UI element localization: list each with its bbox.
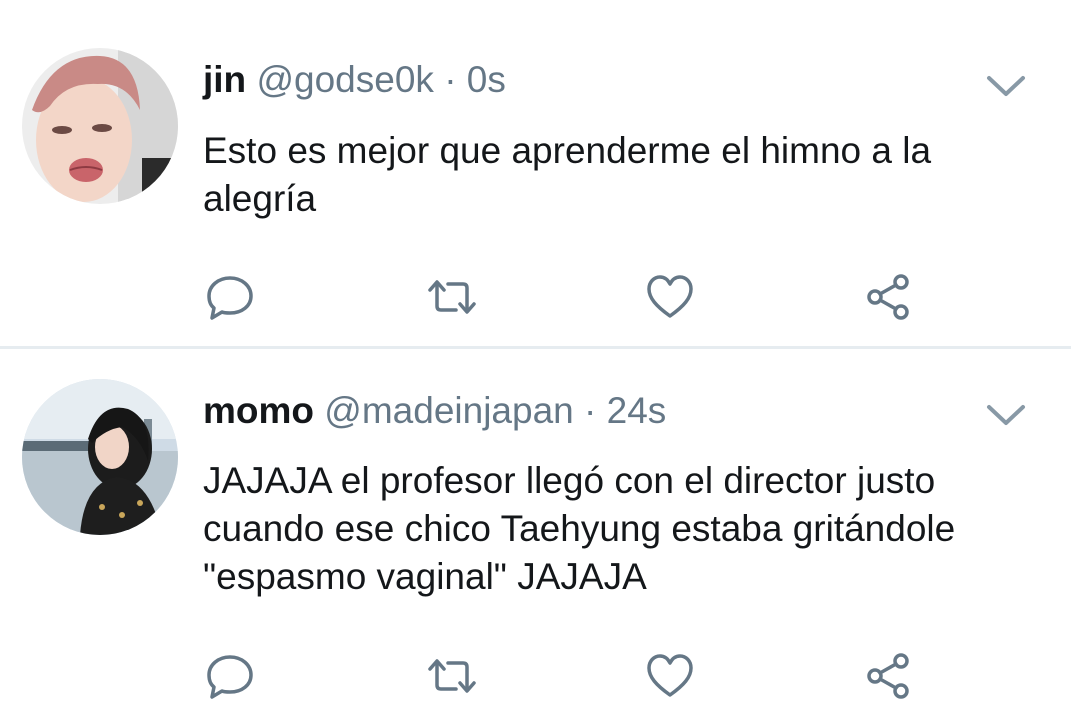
reply-icon[interactable] bbox=[204, 651, 256, 701]
heart-icon[interactable] bbox=[644, 272, 696, 322]
share-icon[interactable] bbox=[863, 272, 915, 322]
retweet-icon[interactable] bbox=[426, 651, 478, 701]
reply-icon[interactable] bbox=[204, 272, 256, 322]
action-bar bbox=[0, 651, 1071, 701]
separator: · bbox=[444, 59, 457, 100]
chevron-down-icon[interactable] bbox=[984, 401, 1028, 431]
action-bar bbox=[0, 272, 1071, 322]
tweet-text: JAJAJA el profesor llegó con el director… bbox=[203, 460, 956, 597]
chevron-down-icon[interactable] bbox=[984, 72, 1028, 102]
avatar[interactable] bbox=[22, 379, 178, 535]
heart-icon[interactable] bbox=[644, 651, 696, 701]
display-name[interactable]: jin bbox=[203, 59, 246, 100]
timestamp[interactable]: 24s bbox=[607, 390, 667, 431]
tweet[interactable]: momo @madeinjapan · 24s JAJAJA el profes… bbox=[0, 349, 1071, 707]
tweet-header: jin @godse0k · 0s bbox=[203, 58, 506, 102]
avatar[interactable] bbox=[22, 48, 178, 204]
display-name[interactable]: momo bbox=[203, 390, 314, 431]
tweet-header: momo @madeinjapan · 24s bbox=[203, 389, 666, 433]
tweet-text: Esto es mejor que aprenderme el himno a … bbox=[203, 130, 932, 219]
timestamp[interactable]: 0s bbox=[467, 59, 506, 100]
user-handle[interactable]: @madeinjapan bbox=[324, 390, 573, 431]
retweet-icon[interactable] bbox=[426, 272, 478, 322]
separator: · bbox=[584, 390, 597, 431]
share-icon[interactable] bbox=[863, 651, 915, 701]
avatar-image bbox=[22, 379, 178, 535]
user-handle[interactable]: @godse0k bbox=[256, 59, 433, 100]
avatar-image bbox=[22, 48, 178, 204]
tweet[interactable]: jin @godse0k · 0s Esto es mejor que apre… bbox=[0, 0, 1071, 349]
